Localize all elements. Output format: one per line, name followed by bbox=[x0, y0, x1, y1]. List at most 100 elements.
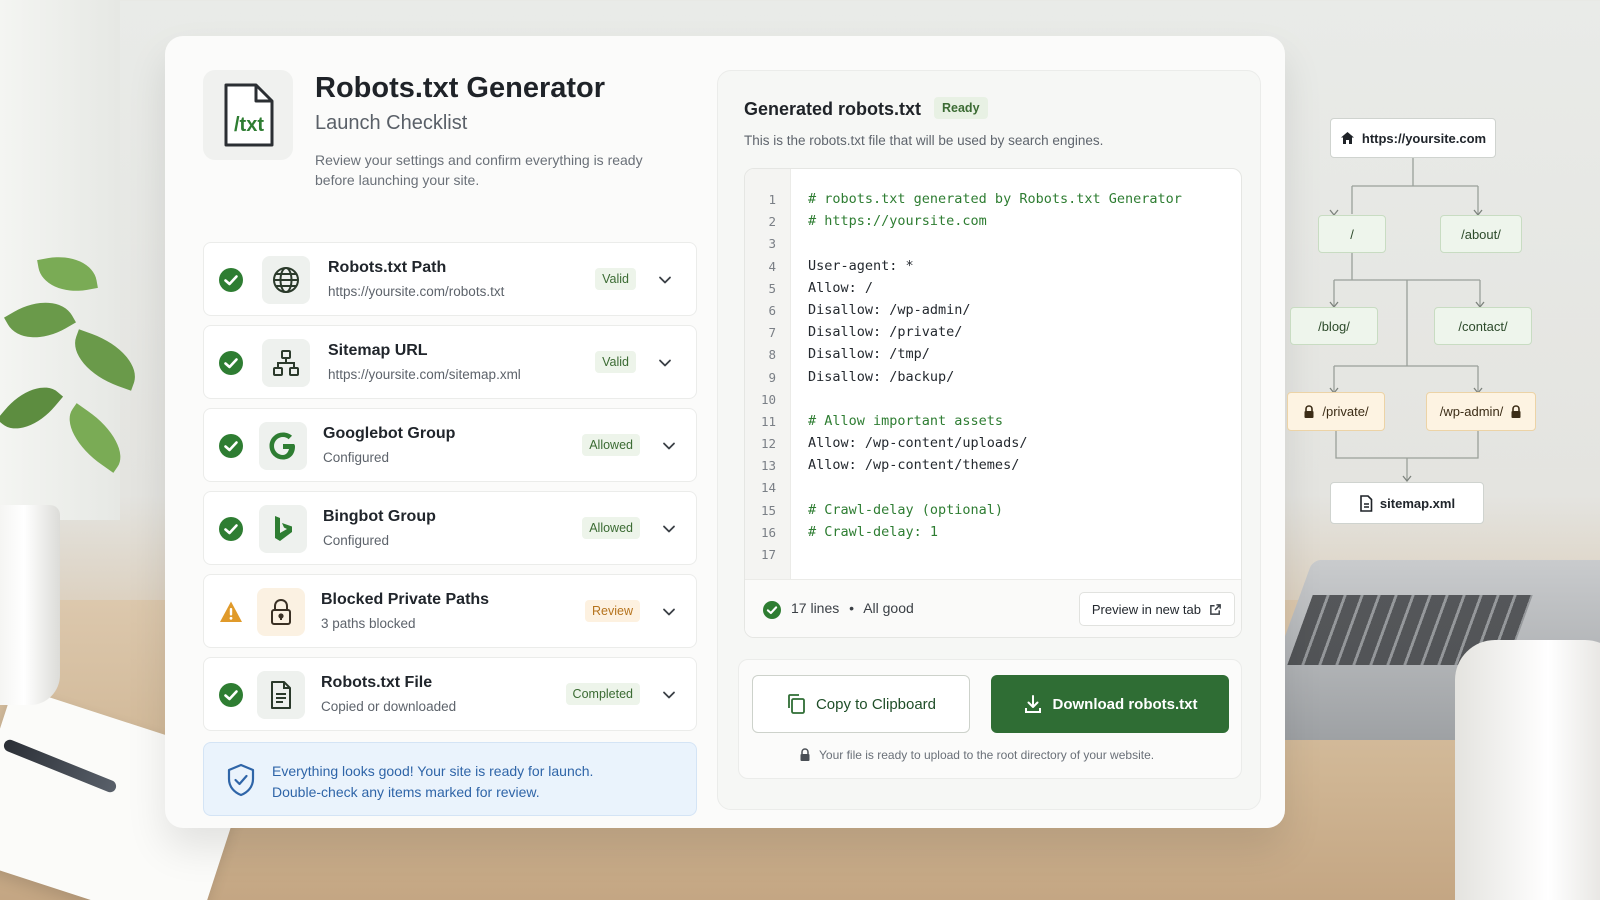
checklist-item-sitemap-url[interactable]: Sitemap URL https://yoursite.com/sitemap… bbox=[203, 325, 697, 399]
tree-node-contact: /contact/ bbox=[1434, 307, 1532, 345]
code-line: 5 Allow: / bbox=[745, 278, 1241, 300]
line-content: Allow: / bbox=[808, 279, 874, 296]
note-line-1: Everything looks good! Your site is read… bbox=[272, 763, 594, 779]
line-number: 12 bbox=[760, 436, 776, 452]
note-text: Everything looks good! Your site is read… bbox=[272, 761, 593, 803]
code-line: 2 # https://yoursite.com bbox=[745, 211, 1241, 233]
line-number: 9 bbox=[768, 369, 776, 385]
tree-node-sitemap: sitemap.xml bbox=[1330, 482, 1484, 524]
private-label: /private/ bbox=[1322, 404, 1369, 419]
check-circle-icon bbox=[219, 351, 243, 375]
line-count: 17 lines bbox=[791, 600, 840, 616]
root-url: https://yoursite.com bbox=[1361, 130, 1487, 146]
chevron-down-icon[interactable] bbox=[662, 605, 676, 619]
checklist-item-blocked-paths[interactable]: Blocked Private Paths 3 paths blocked Re… bbox=[203, 574, 697, 648]
code-line: 7 Disallow: /private/ bbox=[745, 322, 1241, 344]
code-line: 17 bbox=[745, 544, 1241, 566]
line-number: 3 bbox=[768, 236, 776, 252]
code-line: 11 # Allow important assets bbox=[745, 411, 1241, 433]
code-line: 6 Disallow: /wp-admin/ bbox=[745, 300, 1241, 322]
line-number: 17 bbox=[760, 547, 776, 562]
chevron-down-icon[interactable] bbox=[662, 522, 676, 536]
line-number: 14 bbox=[760, 480, 776, 496]
code-line: 3 bbox=[745, 233, 1241, 255]
footer-summary: 17 lines • All good bbox=[791, 600, 914, 616]
code-preview[interactable]: 1 # robots.txt generated by Robots.txt Ge… bbox=[744, 168, 1242, 638]
tree-node-blog: /blog/ bbox=[1290, 307, 1378, 345]
item-subtitle: Configured bbox=[323, 533, 390, 548]
chevron-down-icon[interactable] bbox=[658, 356, 672, 370]
item-subtitle: Copied or downloaded bbox=[321, 699, 457, 714]
check-circle-icon bbox=[763, 601, 781, 619]
code-line: 4 User-agent: * bbox=[745, 256, 1241, 278]
upload-note-text: Your file is ready to upload to the root… bbox=[819, 748, 1155, 762]
generated-description: This is the robots.txt file that will be… bbox=[744, 133, 1104, 148]
check-circle-icon bbox=[219, 683, 243, 707]
item-subtitle: Configured bbox=[323, 450, 390, 465]
status-badge: Allowed bbox=[582, 434, 640, 456]
copy-to-clipboard-button[interactable]: Copy to Clipboard bbox=[752, 675, 970, 733]
chevron-down-icon[interactable] bbox=[662, 439, 676, 453]
line-content: Allow: /wp-content/themes/ bbox=[808, 457, 1020, 474]
check-circle-icon bbox=[219, 517, 243, 541]
google-icon bbox=[259, 422, 307, 470]
status-badge: Completed bbox=[565, 683, 640, 705]
line-content: User-agent: * bbox=[808, 257, 914, 274]
launch-ready-note: Everything looks good! Your site is read… bbox=[203, 742, 697, 816]
line-number: 4 bbox=[768, 258, 776, 274]
preview-new-tab-button[interactable]: Preview in new tab bbox=[1078, 592, 1235, 626]
sitemap-icon bbox=[262, 339, 310, 387]
preview-label: Preview in new tab bbox=[1091, 601, 1201, 617]
status-badge: Valid bbox=[595, 351, 636, 373]
code-line: 10 bbox=[745, 389, 1241, 411]
check-circle-icon bbox=[219, 268, 243, 292]
item-title: Sitemap URL bbox=[328, 342, 428, 359]
download-robots-button[interactable]: Download robots.txt bbox=[991, 675, 1229, 733]
line-number: 6 bbox=[768, 302, 776, 318]
page-description: Review your settings and confirm everyth… bbox=[315, 152, 643, 188]
code-line: 16 # Crawl-delay: 1 bbox=[745, 522, 1241, 544]
line-content: Disallow: /wp-admin/ bbox=[808, 301, 971, 318]
lock-icon bbox=[1304, 404, 1314, 418]
bing-icon bbox=[259, 505, 307, 553]
item-subtitle: https://yoursite.com/robots.txt bbox=[328, 284, 505, 299]
line-number: 8 bbox=[768, 347, 776, 363]
line-content: Allow: /wp-content/uploads/ bbox=[808, 435, 1028, 452]
line-number: 15 bbox=[760, 502, 776, 518]
code-line: 9 Disallow: /backup/ bbox=[745, 367, 1241, 389]
background-mug bbox=[1455, 640, 1600, 900]
tree-node-private: /private/ bbox=[1287, 392, 1385, 431]
sitemap-label: sitemap.xml bbox=[1379, 495, 1456, 511]
lock-icon bbox=[257, 588, 305, 636]
copy-icon bbox=[788, 694, 805, 714]
globe-icon bbox=[262, 256, 310, 304]
item-title: Bingbot Group bbox=[323, 508, 436, 525]
chevron-down-icon[interactable] bbox=[658, 273, 672, 287]
line-number: 16 bbox=[760, 524, 776, 540]
line-content: # https://yoursite.com bbox=[808, 213, 987, 230]
tree-node-about: /about/ bbox=[1440, 215, 1522, 253]
document-icon bbox=[1360, 494, 1373, 512]
code-line: 1 # robots.txt generated by Robots.txt Ge… bbox=[745, 189, 1241, 211]
tree-node-root: https://yoursite.com bbox=[1330, 118, 1496, 158]
warning-icon bbox=[220, 601, 242, 622]
line-content: # robots.txt generated by Robots.txt Gen… bbox=[808, 191, 1182, 207]
code-lines: 1 # robots.txt generated by Robots.txt Ge… bbox=[745, 189, 1241, 566]
checklist: Robots.txt Path https://yoursite.com/rob… bbox=[203, 242, 697, 740]
chevron-down-icon[interactable] bbox=[662, 688, 676, 702]
line-content: Disallow: /tmp/ bbox=[808, 346, 930, 363]
code-line: 14 bbox=[745, 477, 1241, 499]
checklist-item-googlebot[interactable]: Googlebot Group Configured Allowed bbox=[203, 408, 697, 482]
checklist-item-robots-file[interactable]: Robots.txt File Copied or downloaded Com… bbox=[203, 657, 697, 731]
background-plant-pot bbox=[0, 505, 60, 705]
validation-status: All good bbox=[863, 600, 914, 616]
copy-label: Copy to Clipboard bbox=[815, 695, 937, 713]
checklist-item-bingbot[interactable]: Bingbot Group Configured Allowed bbox=[203, 491, 697, 565]
checklist-item-robots-path[interactable]: Robots.txt Path https://yoursite.com/rob… bbox=[203, 242, 697, 316]
status-badge: Valid bbox=[595, 268, 636, 290]
line-number: 2 bbox=[768, 214, 776, 230]
document-icon bbox=[257, 671, 305, 719]
line-number: 7 bbox=[768, 325, 776, 341]
shield-check-icon bbox=[227, 763, 255, 797]
item-title: Blocked Private Paths bbox=[321, 591, 490, 608]
